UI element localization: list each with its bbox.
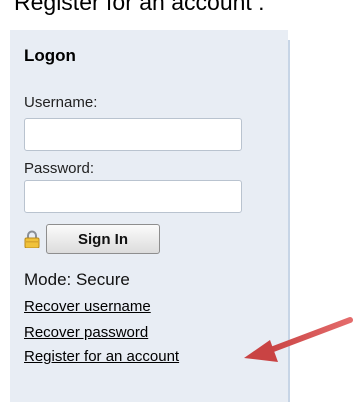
password-field[interactable] xyxy=(24,180,242,213)
screenshot-stage: Register for an account : Logon Username… xyxy=(0,0,353,402)
password-label: Password: xyxy=(24,160,95,177)
recover-password-link[interactable]: Recover password xyxy=(24,324,148,341)
mode-status: Mode: Secure xyxy=(24,270,130,289)
username-field[interactable] xyxy=(24,118,242,151)
recover-username-link[interactable]: Recover username xyxy=(24,298,151,315)
username-label: Username: xyxy=(24,94,98,111)
logon-title: Logon xyxy=(24,46,76,65)
arrow-icon xyxy=(244,317,353,362)
lock-icon xyxy=(24,230,40,249)
top-caption: Register for an account : xyxy=(14,0,265,15)
register-account-link[interactable]: Register for an account xyxy=(24,348,179,365)
sign-in-button[interactable]: Sign In xyxy=(46,224,160,254)
